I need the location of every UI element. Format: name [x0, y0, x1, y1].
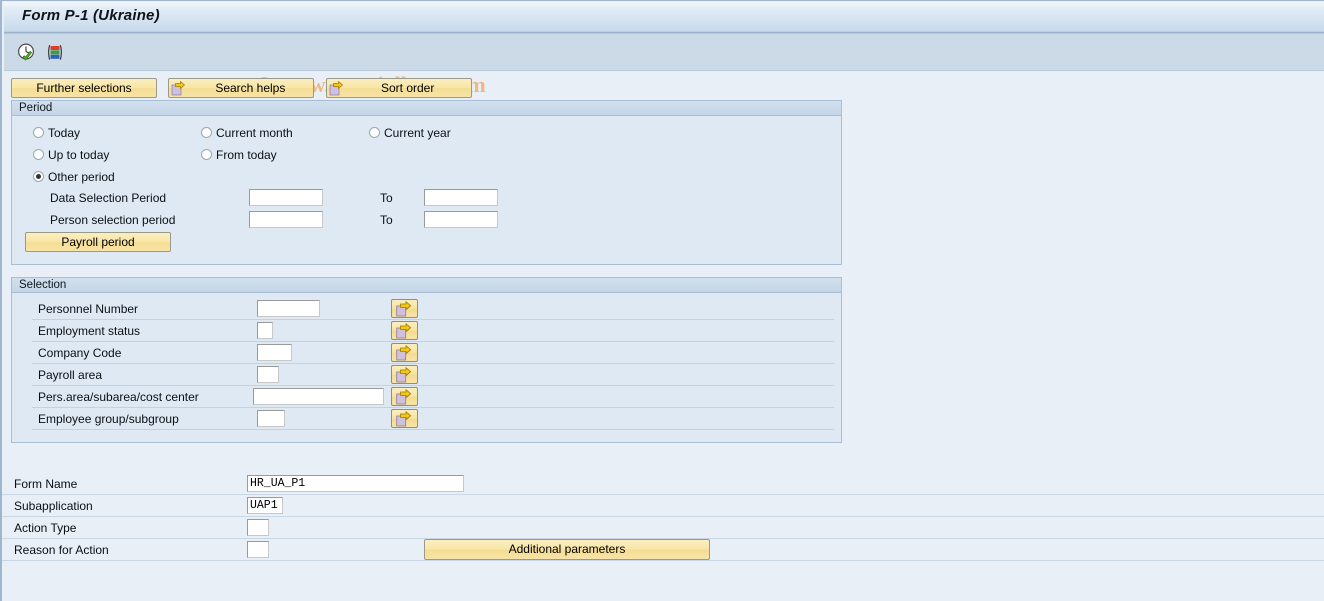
radio-other-period[interactable]: Other period: [33, 170, 115, 184]
period-group-header: Period: [12, 101, 841, 116]
data-selection-period-to-label: To: [380, 191, 393, 205]
personnel-number-multi-select-button[interactable]: [391, 299, 418, 318]
personnel-number-input[interactable]: [257, 300, 320, 317]
company-code-multi-select-button[interactable]: [391, 343, 418, 362]
radio-up-to-today-label: Up to today: [48, 148, 110, 162]
subapplication-label: Subapplication: [14, 499, 93, 513]
pers-area-subarea-cost-center-label: Pers.area/subarea/cost center: [38, 390, 199, 404]
radio-up-to-today[interactable]: Up to today: [33, 148, 109, 162]
further-selections-label: Further selections: [36, 81, 132, 95]
company-code-input[interactable]: [257, 344, 292, 361]
multi-select-arrow-icon: [396, 323, 412, 339]
row-divider: [32, 363, 834, 364]
further-selections-button[interactable]: Further selections: [11, 78, 157, 98]
data-selection-period-from-input[interactable]: [249, 189, 323, 206]
row-divider: [32, 319, 834, 320]
selection-button-row: Further selections Search helps Sort ord…: [11, 78, 472, 98]
employment-status-input[interactable]: [257, 322, 273, 339]
radio-current-year-label: Current year: [384, 126, 451, 140]
subapplication-input[interactable]: [247, 497, 283, 514]
radio-mark-icon: [201, 127, 212, 138]
employee-group-multi-select-button[interactable]: [391, 409, 418, 428]
reason-for-action-input[interactable]: [247, 541, 269, 558]
employment-status-multi-select-button[interactable]: [391, 321, 418, 340]
radio-other-period-label: Other period: [48, 170, 115, 184]
payroll-area-label: Payroll area: [38, 368, 103, 382]
row-divider: [32, 385, 834, 386]
form-name-label: Form Name: [14, 477, 78, 491]
row-divider: [2, 516, 1324, 517]
radio-mark-icon: [33, 149, 44, 160]
search-helps-button[interactable]: Search helps: [168, 78, 315, 98]
additional-parameters-button[interactable]: Additional parameters: [424, 539, 710, 560]
action-type-label: Action Type: [14, 521, 77, 535]
sort-order-button[interactable]: Sort order: [325, 78, 472, 98]
application-toolbar: © www.tutorialkart.com: [4, 33, 1324, 97]
radio-mark-icon: [369, 127, 380, 138]
sort-order-label: Sort order: [381, 81, 435, 95]
data-selection-period-label: Data Selection Period: [50, 191, 167, 205]
radio-current-year[interactable]: Current year: [369, 126, 451, 140]
employee-group-subgroup-label: Employee group/subgroup: [38, 412, 179, 426]
payroll-period-button[interactable]: Payroll period: [25, 232, 171, 252]
row-divider: [32, 407, 834, 408]
radio-from-today[interactable]: From today: [201, 148, 277, 162]
payroll-area-multi-select-button[interactable]: [391, 365, 418, 384]
payroll-period-label: Payroll period: [61, 235, 135, 249]
pers-area-subarea-cost-center-input[interactable]: [253, 388, 384, 405]
multi-select-arrow-icon: [396, 301, 412, 317]
person-selection-period-to-input[interactable]: [424, 211, 498, 228]
radio-today[interactable]: Today: [33, 126, 80, 140]
form-name-input[interactable]: [247, 475, 464, 492]
multi-select-arrow-icon: [396, 345, 412, 361]
person-selection-period-from-input[interactable]: [249, 211, 323, 228]
row-divider: [2, 560, 1324, 561]
row-divider: [32, 341, 834, 342]
arrow-right-icon: [171, 80, 186, 96]
variant-icon[interactable]: [44, 42, 66, 64]
payroll-area-input[interactable]: [257, 366, 279, 383]
additional-parameters-label: Additional parameters: [508, 542, 626, 556]
radio-mark-icon: [33, 127, 44, 138]
radio-today-label: Today: [48, 126, 81, 140]
radio-mark-selected-icon: [33, 171, 44, 182]
multi-select-arrow-icon: [396, 389, 412, 405]
radio-current-month[interactable]: Current month: [201, 126, 293, 140]
search-helps-label: Search helps: [215, 81, 286, 95]
radio-current-month-label: Current month: [216, 126, 293, 140]
person-selection-period-to-label: To: [380, 213, 393, 227]
pers-area-multi-select-button[interactable]: [391, 387, 418, 406]
selection-group-box: Selection Personnel Number Employment st…: [11, 277, 842, 443]
row-divider: [2, 494, 1324, 495]
reason-for-action-label: Reason for Action: [14, 543, 109, 557]
window-title-bar: Form P-1 (Ukraine): [4, 2, 1324, 33]
multi-select-arrow-icon: [396, 367, 412, 383]
action-type-input[interactable]: [247, 519, 269, 536]
page-title: Form P-1 (Ukraine): [22, 7, 160, 24]
multi-select-arrow-icon: [396, 411, 412, 427]
personnel-number-label: Personnel Number: [38, 302, 139, 316]
arrow-right-icon: [329, 80, 344, 96]
sap-application-window: Form P-1 (Ukraine) © www.tutorialkart.co…: [0, 0, 1324, 601]
radio-mark-icon: [201, 149, 212, 160]
row-divider: [32, 429, 834, 430]
radio-from-today-label: From today: [216, 148, 277, 162]
selection-group-header: Selection: [12, 278, 841, 293]
employee-group-subgroup-input[interactable]: [257, 410, 285, 427]
employment-status-label: Employment status: [38, 324, 141, 338]
company-code-label: Company Code: [38, 346, 122, 360]
execute-icon[interactable]: [16, 42, 38, 64]
person-selection-period-label: Person selection period: [50, 213, 176, 227]
data-selection-period-to-input[interactable]: [424, 189, 498, 206]
